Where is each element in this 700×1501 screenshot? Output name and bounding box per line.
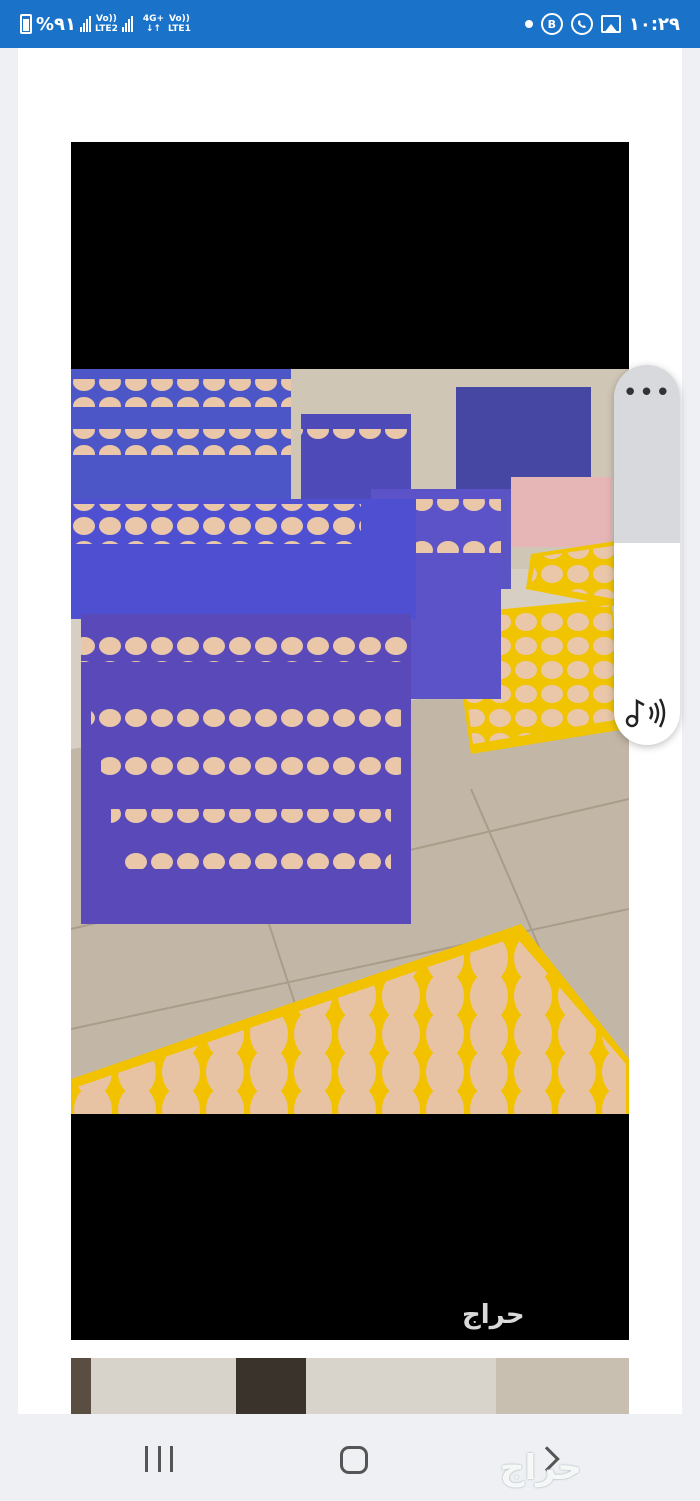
eggs-illustration <box>71 369 629 1114</box>
signal-icon <box>80 16 92 32</box>
floating-media-panel[interactable]: ••• <box>614 365 680 745</box>
music-note-sound-icon[interactable] <box>622 695 672 731</box>
haraj-watermark: حراج <box>462 1300 525 1330</box>
status-right: B ١٠:٢٩ <box>524 12 680 36</box>
sim2-network: Vo)) LTE1 <box>168 14 191 34</box>
battery-icon <box>20 14 32 34</box>
sim1-network: Vo)) LTE2 <box>95 14 118 34</box>
clock: ١٠:٢٩ <box>628 13 680 35</box>
system-nav-bar <box>0 1414 700 1501</box>
dot-icon <box>524 20 533 28</box>
home-icon[interactable] <box>340 1446 368 1474</box>
gallery-icon <box>600 15 621 33</box>
recents-icon[interactable] <box>145 1446 173 1472</box>
sim2-data-type: 4G+ ↓↑ <box>142 14 165 34</box>
next-image-preview[interactable] <box>71 1358 629 1414</box>
status-bar: %٩١ Vo)) LTE2 4G+ ↓↑ Vo)) LTE1 B ١٠:٢٩ <box>0 0 700 48</box>
haraj-logo: حراج <box>500 1448 582 1488</box>
battery-percent: %٩١ <box>36 13 77 35</box>
status-left: %٩١ Vo)) LTE2 4G+ ↓↑ Vo)) LTE1 <box>20 12 191 36</box>
more-options-icon[interactable]: ••• <box>614 380 680 406</box>
signal-icon <box>121 16 133 32</box>
whatsapp-icon <box>570 13 593 35</box>
b-badge-icon: B <box>540 13 563 35</box>
phone-glyph <box>577 20 586 28</box>
eggs-photo[interactable] <box>71 369 629 1114</box>
